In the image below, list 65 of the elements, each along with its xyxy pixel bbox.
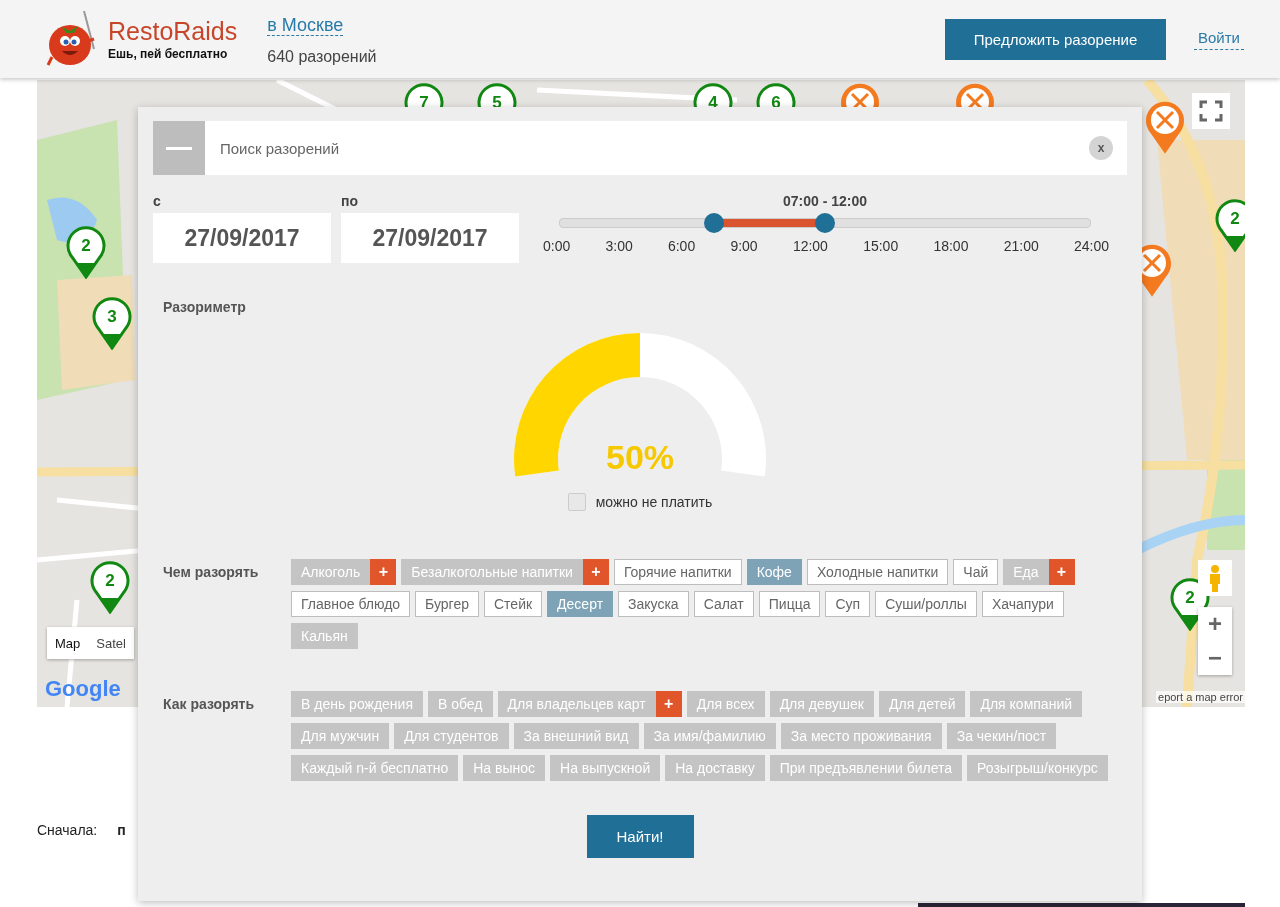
filter-tag[interactable]: Чай	[953, 559, 999, 585]
expand-button[interactable]: +	[370, 559, 397, 585]
find-button[interactable]: Найти!	[586, 815, 694, 858]
map-type-tab[interactable]: Map	[47, 627, 89, 659]
filter-tag[interactable]: Закуска	[618, 591, 689, 617]
map-provider-logo[interactable]: Google	[45, 676, 121, 702]
time-tick-label: 15:00	[863, 238, 899, 254]
login-link[interactable]: Войти	[1194, 28, 1244, 50]
time-tick-label: 0:00	[543, 238, 571, 254]
expand-button[interactable]: +	[655, 691, 682, 717]
map-cluster-pin[interactable]: 2	[66, 225, 106, 279]
filter-tag[interactable]: Салат	[693, 591, 754, 617]
street-view-person-icon[interactable]	[1198, 560, 1232, 596]
time-tick-label: 21:00	[1003, 238, 1039, 254]
map-type-tab[interactable]: Satel	[88, 627, 134, 659]
expand-button[interactable]: +	[582, 559, 609, 585]
filter-tag[interactable]: Суп	[825, 591, 871, 617]
map-cluster-pin[interactable]: 2	[1215, 198, 1245, 252]
date-from-label: с	[153, 193, 162, 209]
filter-tag[interactable]: Главное блюдо	[291, 591, 411, 617]
gauge-percent: 50%	[605, 438, 674, 476]
section-title: Как разорять	[163, 696, 256, 712]
zoom-in-button[interactable]: +	[1198, 607, 1232, 641]
restaurant-pin-icon[interactable]	[1145, 100, 1185, 154]
filter-tag[interactable]: Десерт	[547, 591, 614, 617]
checkbox[interactable]	[567, 493, 586, 511]
clear-button[interactable]: x	[1089, 136, 1113, 160]
section-title: Чем разорять	[163, 564, 260, 580]
propose-button[interactable]: Предложить разорение	[945, 18, 1166, 60]
collapse-button[interactable]	[153, 121, 205, 175]
filter-tag[interactable]: Бургер	[415, 591, 479, 617]
brand-name[interactable]: RestoRaids	[108, 17, 238, 45]
date-to-label: по	[341, 193, 359, 209]
time-range-reading: 07:00 - 12:00	[782, 193, 868, 209]
slider-handle[interactable]	[815, 213, 835, 233]
filter-tag[interactable]: Стейк	[484, 591, 543, 617]
map-cluster-pin[interactable]: 3	[92, 296, 132, 350]
fullscreen-icon[interactable]	[1192, 93, 1230, 129]
sort-label: Сначала:	[37, 822, 98, 838]
expand-button[interactable]: +	[1048, 559, 1075, 585]
zoom-out-button[interactable]: −	[1198, 641, 1232, 675]
filter-tag[interactable]: Суши/роллы	[875, 591, 977, 617]
time-tick-label: 6:00	[667, 238, 696, 254]
time-tick-label: 9:00	[730, 238, 758, 254]
filter-tag[interactable]: Горячие напитки	[613, 559, 742, 585]
tagline: Ешь, пей бесплатно	[108, 47, 229, 61]
time-tick-label: 18:00	[933, 238, 969, 254]
time-tick-label: 24:00	[1073, 238, 1109, 254]
report-error-link[interactable]: eport a map error	[1156, 691, 1245, 703]
map-cluster-pin[interactable]: 2	[90, 560, 130, 614]
city-link[interactable]: в Москве	[267, 14, 344, 36]
checkbox-label[interactable]: можно не платить	[595, 494, 713, 510]
meter-title: Разориметр	[163, 299, 246, 315]
time-tick-label: 12:00	[792, 238, 828, 254]
date-to-field[interactable]: 27/09/2017	[341, 213, 519, 263]
slider-handle[interactable]	[704, 213, 725, 233]
filter-tag[interactable]: Холодные напитки	[806, 559, 949, 585]
time-slider-track[interactable]	[559, 213, 1091, 233]
date-from-field[interactable]: 27/09/2017	[153, 213, 331, 263]
filter-tag[interactable]: Пицца	[758, 591, 821, 617]
sort-option[interactable]: п	[117, 822, 126, 838]
time-tick-label: 3:00	[605, 238, 633, 254]
filter-tag[interactable]: Кофе	[746, 559, 802, 585]
filter-tag[interactable]: Хачапури	[981, 591, 1064, 617]
raid-count: 640 разорений	[267, 47, 377, 66]
